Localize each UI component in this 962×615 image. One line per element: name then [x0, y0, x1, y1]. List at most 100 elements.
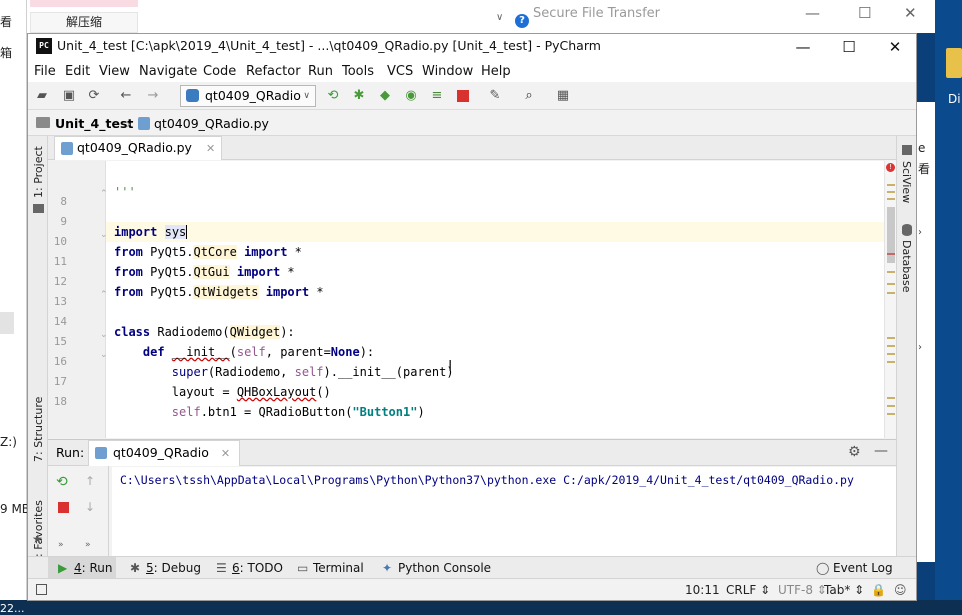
structure-tool-button[interactable]: 7: Structure [32, 397, 45, 462]
scroll-marker [887, 413, 895, 415]
minimize-button[interactable]: — [780, 36, 826, 58]
menu-file[interactable]: File [34, 64, 56, 79]
favorites-star-icon: ★ [32, 532, 43, 546]
rerun-icon[interactable]: ⟲ [56, 474, 68, 490]
inspector-icon[interactable]: ☺ [894, 583, 907, 597]
taskbar-text: 22... [0, 602, 25, 615]
menu-window[interactable]: Window [422, 64, 473, 79]
run-coverage-icon[interactable]: ◆ [377, 89, 393, 103]
down-arrow-icon[interactable]: ↓ [85, 500, 95, 514]
menu-code[interactable]: Code [203, 64, 236, 79]
code-editor[interactable]: ''' import sys from PyQt5.QtCore import … [106, 161, 884, 438]
more-icon[interactable]: » [85, 540, 91, 550]
caret-position[interactable]: 10:11 [685, 583, 720, 597]
sync-icon[interactable]: ⟳ [86, 89, 102, 103]
sciview-tool-button[interactable]: SciView [900, 161, 913, 203]
todo-tool-button[interactable]: 6: TODO [232, 561, 283, 575]
menu-view[interactable]: View [99, 64, 130, 79]
toggle-tool-windows-icon[interactable] [36, 584, 47, 595]
project-structure-icon[interactable]: ▦ [555, 89, 571, 103]
event-log-button[interactable]: Event Log [833, 561, 893, 575]
stop-icon[interactable] [457, 90, 469, 102]
run-panel: Run: qt0409_QRadio ✕ ⚙ — ⟲ ↑ ↓ » » C:\Us… [48, 439, 896, 557]
terminal-tool-button[interactable]: Terminal [313, 561, 364, 575]
scroll-marker [887, 191, 895, 193]
save-icon[interactable]: ▣ [61, 89, 77, 103]
code-line: import sys [114, 225, 188, 239]
desktop-folder-icon [946, 48, 962, 78]
python-file-icon [61, 142, 73, 155]
scroll-marker [887, 184, 895, 186]
breadcrumb-file[interactable]: qt0409_QRadio.py [154, 116, 269, 131]
python-icon [186, 89, 199, 102]
stop-icon[interactable] [58, 502, 69, 513]
up-arrow-icon[interactable]: ↑ [85, 474, 95, 488]
hide-panel-icon[interactable]: — [874, 443, 888, 459]
breadcrumb-project[interactable]: Unit_4_test [55, 116, 133, 131]
bg-tab-unzip: 解压缩 [30, 12, 138, 33]
python-file-icon [138, 117, 150, 130]
bg-left-text: 9 MB [0, 502, 31, 516]
menu-vcs[interactable]: VCS [387, 64, 413, 79]
python-console-tool-button[interactable]: Python Console [398, 561, 491, 575]
close-tab-icon[interactable]: ✕ [221, 447, 230, 460]
line-number: 8 [60, 195, 67, 208]
menu-tools[interactable]: Tools [342, 64, 374, 79]
bg-left-text: Z:) [0, 435, 17, 449]
database-tool-button[interactable]: Database [900, 240, 913, 293]
menu-help[interactable]: Help [481, 64, 511, 79]
file-encoding[interactable]: UTF-8 ⇕ [778, 583, 827, 597]
bg-pink-strip [30, 0, 138, 7]
run-tool-button[interactable]: 4: Run [74, 561, 113, 575]
editor-scrollbar[interactable]: ! [884, 161, 896, 438]
lock-icon[interactable]: 🔒 [871, 583, 886, 597]
bg-left-text: 箱 [0, 46, 13, 60]
left-tool-strip: 1: Project 7: Structure 2: Favorites ★ [28, 136, 48, 564]
bg-left-text: 看 [0, 15, 13, 29]
open-folder-icon[interactable]: ▰ [34, 89, 50, 103]
forward-arrow-icon[interactable]: → [145, 89, 161, 103]
debug-tool-button[interactable]: 5: Debug [146, 561, 201, 575]
code-line: from PyQt5.QtWidgets import * [114, 285, 324, 299]
folder-icon [36, 117, 50, 128]
settings-wrench-icon[interactable]: ✎ [487, 89, 503, 103]
more-icon[interactable]: » [58, 540, 64, 550]
indent-setting[interactable]: Tab* ⇕ [824, 583, 864, 597]
profile-icon[interactable]: ◉ [403, 89, 419, 103]
window-title: Unit_4_test [C:\apk\2019_4\Unit_4_test] … [57, 38, 601, 53]
editor-tab[interactable]: qt0409_QRadio.py ✕ [54, 136, 222, 160]
bg-help-icon: ? [515, 14, 529, 28]
todo-icon: ☰ [216, 561, 227, 575]
background-window-top [27, 0, 935, 33]
run-concurrency-icon[interactable]: ≡ [429, 89, 445, 103]
project-tool-button[interactable]: 1: Project [32, 146, 45, 198]
gear-icon[interactable]: ⚙ [848, 444, 861, 460]
run-config-label: qt0409_QRadio [205, 88, 301, 103]
bg-maximize-button: ☐ [858, 4, 872, 22]
menu-edit[interactable]: Edit [65, 64, 90, 79]
menu-refactor[interactable]: Refactor [246, 64, 301, 79]
rerun-icon[interactable]: ⟲ [325, 89, 341, 103]
console-output[interactable]: C:\Users\tssh\AppData\Local\Programs\Pyt… [112, 467, 896, 557]
scroll-marker [887, 361, 895, 363]
line-number: 12 [53, 275, 67, 288]
bg-close-button: ✕ [904, 4, 917, 22]
run-configuration-select[interactable]: qt0409_QRadio ∨ [180, 85, 316, 107]
search-icon[interactable]: ⌕ [521, 89, 537, 103]
line-number: 15 [53, 335, 67, 348]
close-tab-icon[interactable]: ✕ [206, 142, 215, 155]
menu-navigate[interactable]: Navigate [139, 64, 197, 79]
debug-bug-icon[interactable]: ✱ [351, 89, 367, 103]
line-separator[interactable]: CRLF ⇕ [726, 583, 770, 597]
code-line: from PyQt5.QtCore import * [114, 245, 302, 259]
menu-run[interactable]: Run [308, 64, 333, 79]
desktop-right [935, 0, 962, 600]
python-icon [95, 447, 107, 459]
maximize-button[interactable]: ☐ [826, 36, 872, 58]
sciview-icon [902, 145, 912, 155]
line-number: 11 [53, 255, 67, 268]
scroll-marker [887, 337, 895, 339]
run-tab[interactable]: qt0409_QRadio ✕ [88, 440, 240, 466]
back-arrow-icon[interactable]: ← [118, 89, 134, 103]
close-button[interactable]: ✕ [872, 36, 916, 58]
